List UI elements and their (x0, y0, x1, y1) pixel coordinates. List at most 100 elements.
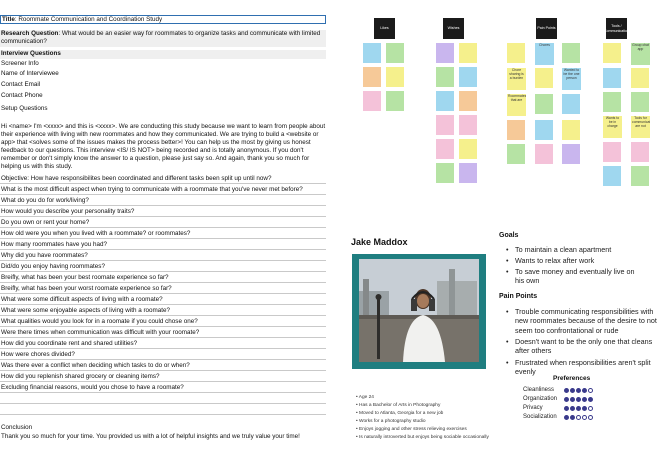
column-header-tools: Tools / Communication (604, 18, 629, 39)
question-row[interactable]: What were some enjoyable aspects of livi… (0, 305, 326, 316)
sticky-note-one-person[interactable]: Wanted to be the one person (562, 68, 581, 90)
sticky-note[interactable] (459, 163, 477, 183)
interview-questions-header: Interview Questions (0, 50, 326, 59)
question-row[interactable]: What qualities would you look for in a r… (0, 316, 326, 327)
sticky-note[interactable] (631, 68, 649, 88)
filled-dot-icon (588, 397, 593, 402)
question-row[interactable]: How did you replenish shared grocery or … (0, 371, 326, 382)
sticky-note[interactable] (507, 144, 525, 164)
setup-header: Setup Questions (1, 105, 48, 112)
sticky-note[interactable] (459, 115, 477, 135)
sticky-note[interactable] (603, 92, 621, 112)
sticky-note[interactable] (631, 166, 649, 186)
filled-dot-icon (576, 397, 581, 402)
sticky-note[interactable] (603, 43, 621, 63)
question-row[interactable]: How old were you when you lived with a r… (0, 228, 326, 239)
sticky-note[interactable] (386, 43, 404, 63)
sticky-note[interactable] (631, 92, 649, 112)
sticky-note[interactable] (459, 43, 477, 63)
bullet-icon: • (506, 245, 509, 254)
sticky-note-tools[interactable]: Tools for communication are not (631, 116, 650, 138)
empty-row[interactable] (0, 393, 326, 404)
field-email[interactable]: Contact Email (0, 81, 326, 89)
question-row[interactable]: Objective: How have responsibilites been… (0, 173, 326, 184)
question-row[interactable]: Do you own or rent your home? (0, 217, 326, 228)
filled-dot-icon (564, 397, 569, 402)
sticky-note-group-chat[interactable]: Group chat app (631, 43, 650, 65)
question-row[interactable]: Were there times when communication was … (0, 327, 326, 338)
sticky-note[interactable] (535, 94, 553, 114)
sticky-note-roommates[interactable]: Roommates that are (507, 94, 526, 116)
sticky-note[interactable] (436, 67, 454, 87)
pref-label-socialization: Socialization (523, 414, 557, 420)
sticky-note[interactable] (436, 139, 454, 159)
sticky-note[interactable] (363, 67, 381, 87)
sticky-note[interactable] (363, 91, 381, 111)
sticky-note[interactable] (603, 142, 621, 162)
pref-label-cleanliness: Cleanliness (523, 387, 555, 393)
question-row[interactable]: How were chores divided? (0, 349, 326, 360)
sticky-note[interactable] (631, 142, 649, 162)
sticky-note[interactable] (459, 67, 477, 87)
bio-item: • Works for a photography studio (356, 419, 426, 424)
question-row[interactable]: How would you describe your personality … (0, 206, 326, 217)
empty-dot-icon (576, 415, 581, 420)
research-question-row[interactable]: Research Question: What would be an easi… (0, 30, 326, 47)
question-row[interactable]: How many roommates have you had? (0, 239, 326, 250)
field-name[interactable]: Name of Interviewee (0, 70, 326, 78)
pain-point-item: • Frustrated when responsibilities aren't… (506, 358, 665, 377)
persona-name: Jake Maddox (351, 237, 408, 247)
question-row[interactable]: Why did you have roommates? (0, 250, 326, 261)
question-row[interactable]: What were some difficult aspects of livi… (0, 294, 326, 305)
persona-photo (359, 259, 479, 362)
sticky-note[interactable] (507, 120, 525, 140)
sticky-note[interactable] (386, 91, 404, 111)
field-phone[interactable]: Contact Phone (0, 92, 326, 100)
sticky-note[interactable] (603, 68, 621, 88)
filled-dot-icon (582, 397, 587, 402)
conclusion-text[interactable]: Thank you so much for your time. You pro… (0, 433, 326, 450)
field-screener[interactable]: Screener Info (0, 60, 326, 68)
intro-paragraph[interactable]: Hi <name> I'm <xxxx> and this is <xxxx>.… (0, 123, 326, 171)
sticky-note[interactable] (562, 120, 580, 140)
sticky-note[interactable] (535, 144, 553, 164)
sticky-note[interactable] (562, 144, 580, 164)
question-row[interactable]: What do you do for work/living? (0, 195, 326, 206)
sticky-note[interactable] (562, 43, 580, 63)
sticky-note[interactable] (459, 91, 477, 111)
empty-dot-icon (588, 415, 593, 420)
empty-row[interactable] (0, 404, 326, 415)
bio-text: Is naturally introverted but enjoys bein… (359, 435, 489, 440)
rating-privacy (564, 406, 593, 411)
sticky-note[interactable] (535, 68, 553, 88)
sticky-note[interactable] (562, 94, 580, 114)
sticky-note-in-charge[interactable]: Wants to be in charge (603, 116, 622, 138)
sticky-note[interactable] (603, 166, 621, 186)
sticky-note-burden[interactable]: Chore sharing is a burden (507, 68, 526, 90)
question-row[interactable]: Breifly, what has been your worst roomat… (0, 283, 326, 294)
sticky-note[interactable] (459, 139, 477, 159)
affinity-board: Likes Wishes Pain Points Tools / Communi… (357, 10, 670, 210)
sticky-note[interactable] (436, 43, 454, 63)
question-row[interactable]: Excluding financial reasons, would you c… (0, 382, 326, 393)
sticky-note[interactable] (436, 115, 454, 135)
question-row[interactable]: Did/do you enjoy having roommates? (0, 261, 326, 272)
pain-points-header: Pain Points (499, 293, 538, 300)
question-row[interactable]: Breifly, what has been your best roomate… (0, 272, 326, 283)
sticky-note[interactable] (363, 43, 381, 63)
goals-header: Goals (499, 232, 519, 239)
sticky-note[interactable] (386, 67, 404, 87)
bio-item: • Age 24 (356, 395, 374, 400)
title-row[interactable]: Title: Roommate Communication and Coordi… (0, 15, 326, 24)
question-row[interactable]: How did you coordinate rent and shared u… (0, 338, 326, 349)
sticky-note-chores[interactable]: Chores (535, 43, 554, 65)
sticky-note[interactable] (535, 120, 553, 140)
question-row[interactable]: Was there ever a conflict when deciding … (0, 360, 326, 371)
bio-item: • Enjoys jogging and other stress reliev… (356, 427, 467, 432)
sticky-note[interactable] (436, 91, 454, 111)
sticky-note[interactable] (507, 43, 525, 63)
sticky-note[interactable] (436, 163, 454, 183)
pain-point-item: • Trouble communicating responsibilities … (506, 307, 665, 335)
bio-text: Moved to Atlanta, Georgia for a new job (359, 411, 444, 416)
question-row[interactable]: What is the most difficult aspect when t… (0, 184, 326, 195)
